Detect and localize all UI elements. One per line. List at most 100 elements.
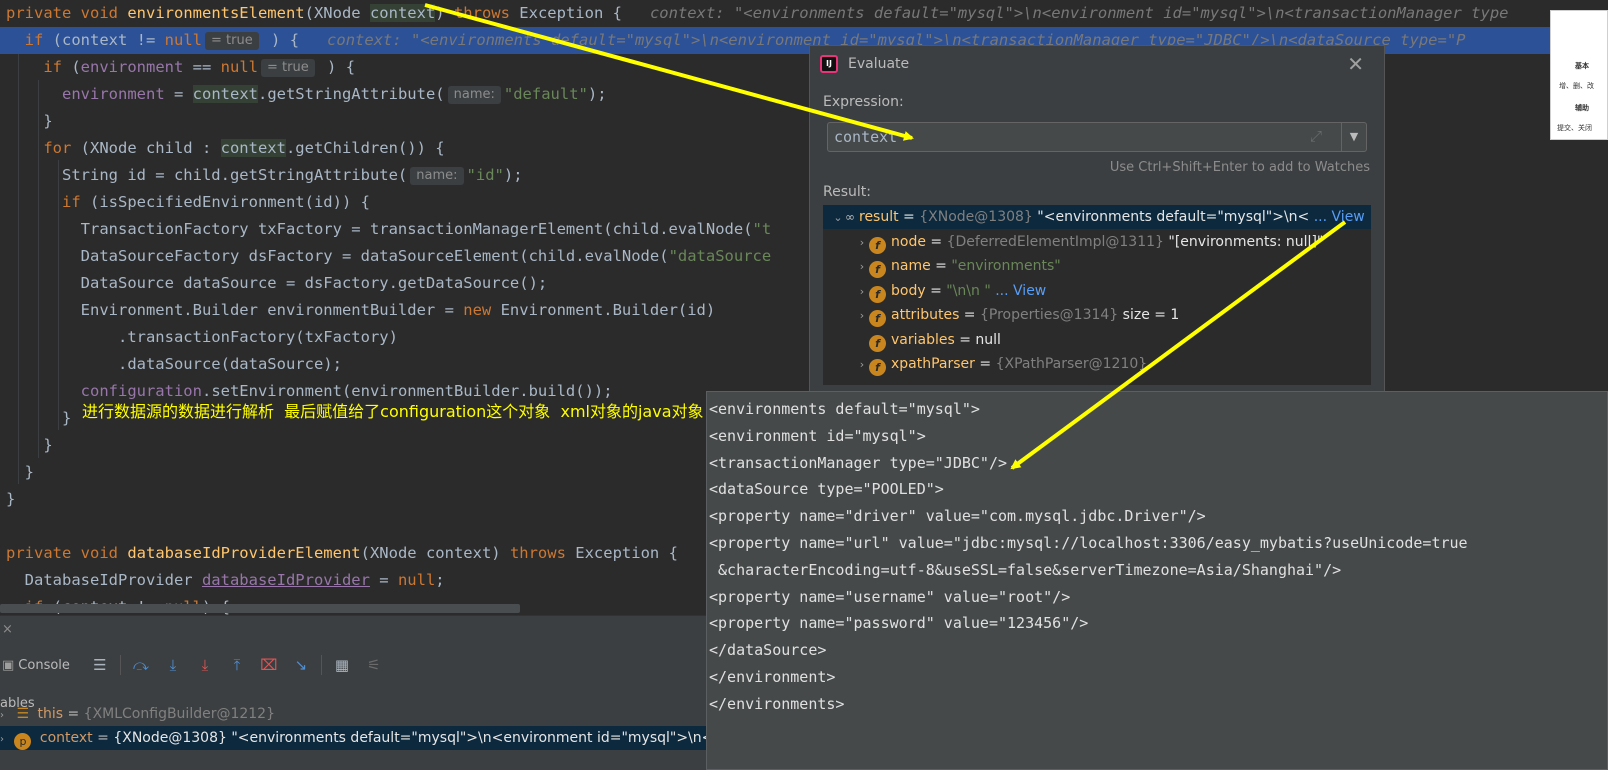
equals-sign: =: [930, 258, 952, 274]
result-tree-row[interactable]: › f name = "environments": [823, 254, 1371, 278]
code-token: environment: [62, 85, 165, 103]
variable-row[interactable]: › p context = {XNode@1308} "<environment…: [0, 726, 720, 750]
trace-stream-icon[interactable]: ⚟: [358, 653, 390, 677]
code-token: =: [369, 571, 398, 589]
code-line[interactable]: Environment.Builder environmentBuilder =…: [0, 297, 716, 324]
code-line[interactable]: DataSource dataSource = dsFactory.getDat…: [0, 270, 548, 297]
run-to-cursor-icon[interactable]: ↘: [285, 653, 317, 677]
code-line[interactable]: }: [0, 459, 34, 486]
code-line[interactable]: }: [0, 405, 71, 432]
expression-input[interactable]: context: [827, 122, 1367, 152]
chevron-right-icon[interactable]: ›: [855, 255, 869, 278]
variable-name: context: [39, 730, 93, 746]
expand-arrow-icon[interactable]: ›: [0, 734, 4, 745]
chevron-right-icon[interactable]: ›: [855, 231, 869, 254]
result-tree-row[interactable]: › f attributes = {Properties@1314} size = …: [823, 303, 1371, 327]
step-into-icon[interactable]: ⤓: [157, 653, 189, 677]
result-tree-row[interactable]: › f node = {DeferredElementImpl@1311} "[en…: [823, 230, 1371, 254]
code-line[interactable]: if (environment == null = true ) {: [0, 54, 355, 81]
code-line[interactable]: private void databaseIdProviderElement(X…: [0, 540, 678, 567]
code-line[interactable]: }: [0, 486, 15, 513]
code-token: ==: [183, 58, 221, 76]
code-token: }: [6, 463, 34, 481]
result-tree[interactable]: ⌄ ∞ result = {XNode@1308} "<environments d…: [823, 205, 1371, 385]
code-token: =: [164, 85, 193, 103]
xml-line: <property name="driver" value="com.mysql…: [709, 507, 1206, 526]
xml-line: <environments default="mysql">: [709, 400, 980, 418]
code-line[interactable]: }: [0, 432, 52, 459]
thumbnail-text: 基本: [1575, 62, 1589, 70]
view-link[interactable]: ... View: [995, 283, 1046, 299]
code-token: databaseIdProviderElement: [127, 544, 361, 562]
chevron-right-icon[interactable]: ›: [855, 353, 869, 376]
history-dropdown-button[interactable]: ▼: [1341, 123, 1366, 151]
field-type: {XNode@1308}: [919, 209, 1038, 225]
code-line[interactable]: .transactionFactory(txFactory): [0, 324, 398, 351]
field-value: "environments": [951, 258, 1061, 274]
evaluate-expression-icon[interactable]: ▦: [326, 653, 358, 677]
menu-icon[interactable]: ☰: [84, 653, 116, 677]
console-tab[interactable]: ▣ Console: [2, 658, 70, 673]
code-token: TransactionFactory txFactory = transacti…: [6, 220, 753, 238]
code-line[interactable]: DataSourceFactory dsFactory = dataSource…: [0, 243, 772, 270]
field-name: variables: [891, 331, 955, 348]
field-type: {DeferredElementImpl@1311}: [946, 233, 1169, 250]
inlay-hint: name:: [447, 86, 501, 104]
list-icon: ☰: [16, 706, 30, 722]
code-line[interactable]: }: [0, 108, 52, 135]
code-line[interactable]: environment = context.getStringAttribute…: [0, 81, 607, 108]
force-step-into-icon[interactable]: ⤓: [189, 653, 221, 677]
result-tree-row[interactable]: › f xpathParser = {XPathParser@1210}: [823, 352, 1371, 376]
code-token: .getChildren()) {: [285, 139, 445, 157]
code-token: private void: [6, 544, 128, 562]
thumbnail-text: 提交、关闭: [1557, 124, 1592, 132]
variable-row[interactable]: › ☰ this = {XMLConfigBuilder@1212}: [0, 702, 720, 726]
code-line[interactable]: private void environmentsElement(XNode c…: [0, 0, 1508, 27]
code-line[interactable]: DatabaseIdProvider databaseIdProvider = …: [0, 567, 445, 594]
editor-horizontal-scrollbar[interactable]: [0, 604, 520, 613]
chevron-down-icon[interactable]: ⌄: [831, 206, 845, 229]
code-token: String id = child.getStringAttribute(: [6, 166, 408, 184]
code-token: DataSourceFactory dsFactory = dataSource…: [6, 247, 669, 265]
variable-name: this: [37, 706, 64, 722]
code-line[interactable]: [0, 513, 6, 540]
xml-line: <property name="username" value="root"/>: [709, 587, 1071, 606]
code-line[interactable]: String id = child.getStringAttribute(nam…: [0, 162, 523, 189]
field-name: result: [859, 209, 899, 225]
step-out-icon[interactable]: ⤒: [221, 653, 253, 677]
code-token: private void: [6, 4, 128, 22]
result-tree-row[interactable]: ⌄ ∞ result = {XNode@1308} "<environments d…: [823, 205, 1371, 229]
field-value: "[environments: null]": [1168, 233, 1324, 250]
debug-close-icon[interactable]: ×: [2, 622, 13, 637]
expand-arrow-icon[interactable]: ›: [0, 710, 4, 721]
result-tree-row[interactable]: f variables = null: [823, 328, 1371, 352]
code-line[interactable]: for (XNode child : context.getChildren()…: [0, 135, 445, 162]
chevron-right-icon[interactable]: ›: [855, 280, 869, 303]
chevron-right-icon[interactable]: ›: [855, 304, 869, 327]
code-token: databaseIdProvider: [201, 571, 370, 589]
variable-value: {XMLConfigBuilder@1212}: [83, 706, 276, 722]
annotation-text: 进行数据源的数据进行解析 最后赋值给了configuration这个对象 xml…: [82, 402, 704, 421]
code-line[interactable]: if (isSpecifiedEnvironment(id)) {: [0, 189, 370, 216]
result-tree-row[interactable]: › f body = "\n\n " ... View: [823, 279, 1371, 303]
step-over-icon[interactable]: ⤼: [125, 653, 157, 677]
xml-line: &characterEncoding=utf-8&useSSL=false&se…: [709, 560, 1342, 579]
variable-value: {XNode@1308} "<environments default="mys…: [113, 730, 714, 746]
expand-editor-icon[interactable]: ⤢: [1310, 127, 1322, 145]
code-token: Exception {: [575, 544, 678, 562]
code-token: Environment.Builder(id): [500, 301, 716, 319]
code-line[interactable]: TransactionFactory txFactory = transacti…: [0, 216, 772, 243]
parameter-icon: p: [14, 733, 32, 750]
code-token: );: [503, 166, 523, 184]
code-token: DataSource dataSource = dsFactory.getDat…: [6, 274, 548, 292]
close-icon[interactable]: ✕: [1347, 52, 1364, 76]
code-line[interactable]: .dataSource(dataSource);: [0, 351, 342, 378]
code-token: "id": [466, 166, 504, 184]
field-name: node: [891, 233, 926, 250]
field-icon: f: [869, 359, 886, 376]
drop-frame-icon[interactable]: ⌧: [253, 653, 285, 677]
code-token: (XNode context): [360, 544, 510, 562]
expression-label: Expression:: [823, 94, 904, 110]
xml-line: </environments>: [709, 694, 845, 713]
view-link[interactable]: ... View: [1314, 209, 1365, 225]
